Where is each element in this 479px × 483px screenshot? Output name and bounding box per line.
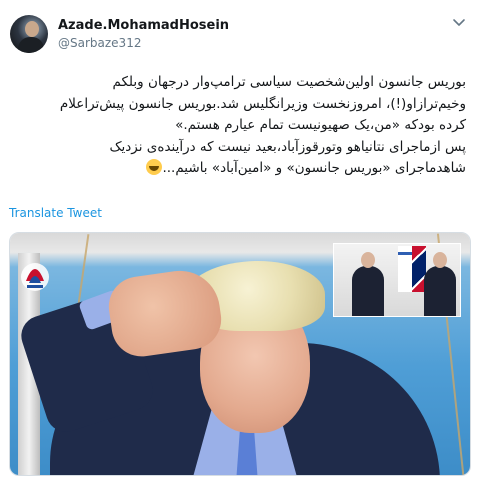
israel-flag — [398, 246, 412, 292]
avatar[interactable] — [10, 15, 48, 53]
inset-photo — [333, 243, 461, 317]
tweet-line: بوریس جانسون اولین‌شخصیت سیاسی ترامپ‌وار… — [112, 74, 466, 90]
tweet-text: بوریس جانسون اولین‌شخصیت سیاسی ترامپ‌وار… — [14, 72, 466, 180]
inset-person — [424, 252, 456, 316]
author-handle[interactable]: @Sarbaze312 — [58, 36, 141, 50]
avatar-body — [18, 37, 44, 53]
chevron-down-icon[interactable] — [451, 14, 467, 30]
tweet-line-last: شاهدماجرای «بوریس جانسون» و «امین‌آباد» … — [14, 158, 466, 180]
translate-tweet-link[interactable]: Translate Tweet — [9, 206, 102, 220]
tweet-line: کرده بودکه «من،یک صهیونیست تمام عیارم هس… — [175, 117, 466, 133]
avatar-head — [25, 21, 39, 37]
grinning-face-emoji — [146, 159, 163, 175]
tweet-line: وخیم‌ترازاو(!)، امروزنخست وزیرانگلیس شد.… — [59, 95, 466, 112]
news-agency-logo — [21, 263, 49, 291]
inset-person — [352, 252, 384, 316]
author-name[interactable]: Azade.MohamadHosein — [58, 18, 229, 33]
tweet-photo[interactable] — [9, 232, 471, 476]
tweet-line: شاهدماجرای «بوریس جانسون» و «امین‌آباد» … — [162, 160, 466, 176]
tweet-line: پس ازماجرای نتانیاهو وتورقوزآباد،بعید نی… — [109, 138, 466, 155]
tweet-card: Azade.MohamadHosein @Sarbaze312 بوریس جا… — [0, 0, 479, 483]
